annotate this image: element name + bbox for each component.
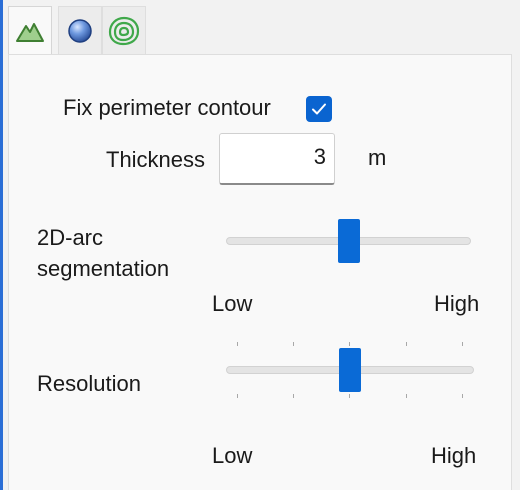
resolution-tick <box>406 394 407 398</box>
resolution-tick <box>462 394 463 398</box>
resolution-tick <box>462 342 463 346</box>
arc-segmentation-high-label: High <box>434 291 480 316</box>
resolution-tick <box>293 394 294 398</box>
thickness-input[interactable]: 3 <box>219 133 335 185</box>
resolution-label: Resolution <box>37 371 141 396</box>
resolution-tick <box>349 394 350 398</box>
mountain-icon <box>16 22 44 42</box>
arc-segmentation-thumb[interactable] <box>337 219 360 263</box>
resolution-tick <box>237 342 238 346</box>
thickness-label: Thickness <box>106 147 206 172</box>
resolution-tick <box>293 342 294 346</box>
tab-contours[interactable] <box>102 6 146 54</box>
fix-perimeter-label: Fix perimeter contour <box>63 95 271 120</box>
terrain-settings-panel: Fix perimeter contour Thickness 3 m 2D-a… <box>0 0 520 490</box>
resolution-low-label: Low <box>212 443 253 468</box>
resolution-tick <box>237 394 238 398</box>
sphere-icon <box>68 18 92 43</box>
tab-sphere[interactable] <box>58 6 102 54</box>
resolution-high-label: High <box>431 443 477 468</box>
contour-rings-icon <box>108 16 140 45</box>
tab-terrain[interactable] <box>8 6 52 56</box>
arc-segmentation-low-label: Low <box>212 291 253 316</box>
resolution-tick <box>406 342 407 346</box>
window-edge-accent <box>0 0 3 490</box>
resolution-tick <box>349 342 350 346</box>
arc-segmentation-label-line1: 2D-arc <box>37 225 104 250</box>
thickness-unit: m <box>368 145 387 170</box>
checkmark-icon <box>312 103 326 115</box>
fix-perimeter-checkbox[interactable] <box>306 96 332 122</box>
arc-segmentation-label-line2: segmentation <box>37 256 170 281</box>
resolution-thumb[interactable] <box>339 348 361 392</box>
